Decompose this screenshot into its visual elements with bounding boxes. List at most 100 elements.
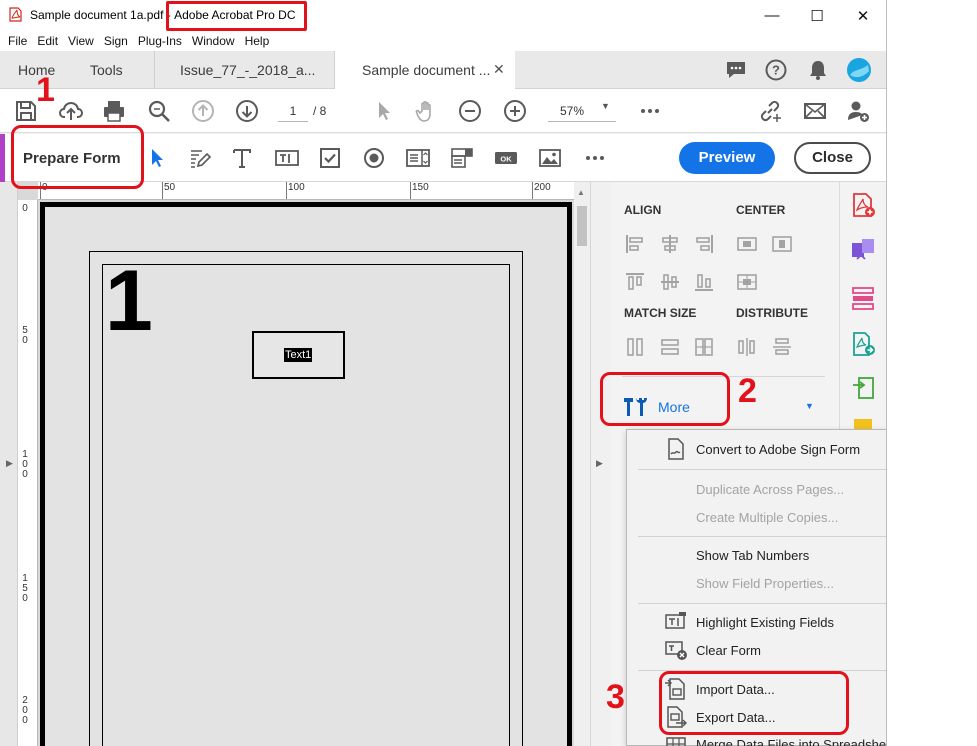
ruler-label: 0 — [22, 335, 28, 346]
edit-form-icon[interactable] — [187, 146, 211, 170]
create-pdf-icon[interactable] — [850, 192, 876, 218]
tab-tools[interactable]: Tools — [90, 51, 123, 89]
next-page-icon[interactable] — [235, 99, 259, 123]
match-width-icon[interactable] — [659, 336, 681, 358]
list-box-icon[interactable] — [406, 146, 430, 170]
close-icon: ✕ — [856, 7, 870, 25]
menu-sign[interactable]: Sign — [99, 34, 133, 48]
ruler-label: 200 — [534, 182, 551, 193]
more-tools-icon[interactable] — [638, 99, 662, 123]
chevron-down-icon[interactable]: ▼ — [805, 401, 814, 411]
zoom-in-icon[interactable] — [503, 99, 527, 123]
menu-help[interactable]: Help — [240, 34, 275, 48]
combine-files-icon[interactable] — [850, 237, 876, 263]
email-icon[interactable] — [803, 99, 827, 123]
ruler-label: 0 — [22, 593, 28, 604]
align-center-horizontal-icon[interactable] — [659, 233, 681, 255]
scrollbar-thumb[interactable] — [577, 206, 587, 246]
more-form-tools-icon[interactable] — [583, 146, 607, 170]
annotation-step-2: 2 — [738, 372, 757, 410]
select-pointer-icon[interactable] — [372, 99, 396, 123]
menu-item-create-multiple-copies[interactable]: Create Multiple Copies... — [696, 510, 838, 525]
left-nav-collapsed: ▶ — [0, 182, 18, 746]
adobe-sign-icon — [668, 438, 684, 460]
text-field-icon[interactable] — [275, 146, 299, 170]
page-number-input[interactable]: 1 — [278, 100, 308, 122]
menu-plugins[interactable]: Plug-Ins — [133, 34, 187, 48]
menu-edit[interactable]: Edit — [32, 34, 63, 48]
scroll-up-icon[interactable]: ▲ — [577, 188, 585, 197]
dropdown-field-icon[interactable] — [450, 146, 474, 170]
menu-item-clear-form[interactable]: Clear Form — [696, 643, 761, 658]
match-size-heading: MATCH SIZE — [624, 306, 697, 320]
print-icon[interactable] — [102, 99, 126, 123]
add-text-icon[interactable] — [230, 146, 254, 170]
ruler-tick — [410, 182, 411, 199]
match-height-icon[interactable] — [624, 336, 646, 358]
hand-tool-icon[interactable] — [414, 99, 438, 123]
menu-item-convert-adobe-sign[interactable]: Convert to Adobe Sign Form — [696, 442, 860, 457]
zoom-out-icon[interactable] — [458, 99, 482, 123]
ruler-tick — [532, 182, 533, 199]
save-icon[interactable] — [14, 99, 38, 123]
menu-item-duplicate-across-pages[interactable]: Duplicate Across Pages... — [696, 482, 844, 497]
vertical-scrollbar[interactable]: ▲ — [574, 182, 590, 746]
form-field-name[interactable]: Text1 — [284, 348, 313, 362]
expand-left-pane-icon[interactable]: ▶ — [6, 458, 13, 469]
menu-item-merge-data-files[interactable]: Merge Data Files into Spreadsheet... — [696, 737, 886, 746]
checkbox-icon[interactable] — [318, 146, 342, 170]
ruler-label: 0 — [22, 715, 28, 726]
preview-button[interactable]: Preview — [679, 142, 775, 174]
collapse-right-pane-icon[interactable]: ▶ — [596, 458, 603, 469]
center-both-icon[interactable] — [736, 271, 758, 293]
organize-pages-icon[interactable] — [850, 285, 876, 311]
close-form-button[interactable]: Close — [794, 142, 871, 174]
align-middle-icon[interactable] — [659, 271, 681, 293]
radio-button-icon[interactable] — [362, 146, 386, 170]
ruler-label-group: 1 0 0 — [21, 450, 29, 480]
ruler-label: 0 — [22, 203, 28, 214]
avatar[interactable] — [846, 57, 872, 83]
ruler-label-group: 5 0 — [21, 326, 29, 346]
align-left-icon[interactable] — [624, 233, 646, 255]
menu-file[interactable]: File — [3, 34, 32, 48]
align-top-icon[interactable] — [624, 271, 646, 293]
tab-document-sample[interactable]: Sample document ... — [335, 51, 515, 89]
menu-item-highlight-existing-fields[interactable]: Highlight Existing Fields — [696, 615, 834, 630]
cloud-upload-icon[interactable] — [59, 99, 83, 123]
comment-icon[interactable] — [725, 60, 747, 80]
menu-view[interactable]: View — [63, 34, 99, 48]
bell-icon[interactable] — [808, 59, 828, 81]
previous-page-icon[interactable] — [191, 99, 215, 123]
center-vertically-icon[interactable] — [771, 233, 793, 255]
menu-item-show-field-properties[interactable]: Show Field Properties... — [696, 576, 834, 591]
maximize-button[interactable]: ☐ — [794, 0, 840, 31]
match-both-icon[interactable] — [693, 336, 715, 358]
distribute-horizontally-icon[interactable] — [736, 336, 758, 358]
button-field-icon[interactable]: OK — [494, 146, 518, 170]
tab-tools-label: Tools — [90, 62, 123, 78]
ruler-label-group: 0 — [21, 204, 29, 214]
ruler-label: 150 — [412, 182, 429, 193]
share-link-icon[interactable] — [758, 99, 782, 123]
menu-separator — [638, 603, 886, 604]
center-heading: CENTER — [736, 203, 786, 217]
center-horizontally-icon[interactable] — [736, 233, 758, 255]
tab-document-issue[interactable]: Issue_77_-_2018_a... — [180, 51, 315, 89]
search-icon[interactable] — [147, 99, 171, 123]
close-window-button[interactable]: ✕ — [840, 0, 886, 31]
menu-window[interactable]: Window — [187, 34, 240, 48]
menu-item-show-tab-numbers[interactable]: Show Tab Numbers — [696, 548, 809, 563]
page-heading-number: 1 — [105, 253, 153, 349]
align-bottom-icon[interactable] — [693, 271, 715, 293]
add-user-icon[interactable] — [846, 99, 870, 123]
minimize-button[interactable]: — — [749, 0, 795, 31]
export-pdf-icon[interactable] — [850, 331, 876, 357]
tab-close-icon[interactable]: ✕ — [493, 61, 505, 78]
select-object-icon[interactable] — [145, 146, 169, 170]
image-field-icon[interactable] — [538, 146, 562, 170]
align-right-icon[interactable] — [693, 233, 715, 255]
help-icon[interactable]: ? — [765, 59, 787, 81]
edit-pdf-icon[interactable] — [850, 375, 876, 401]
distribute-vertically-icon[interactable] — [771, 336, 793, 358]
